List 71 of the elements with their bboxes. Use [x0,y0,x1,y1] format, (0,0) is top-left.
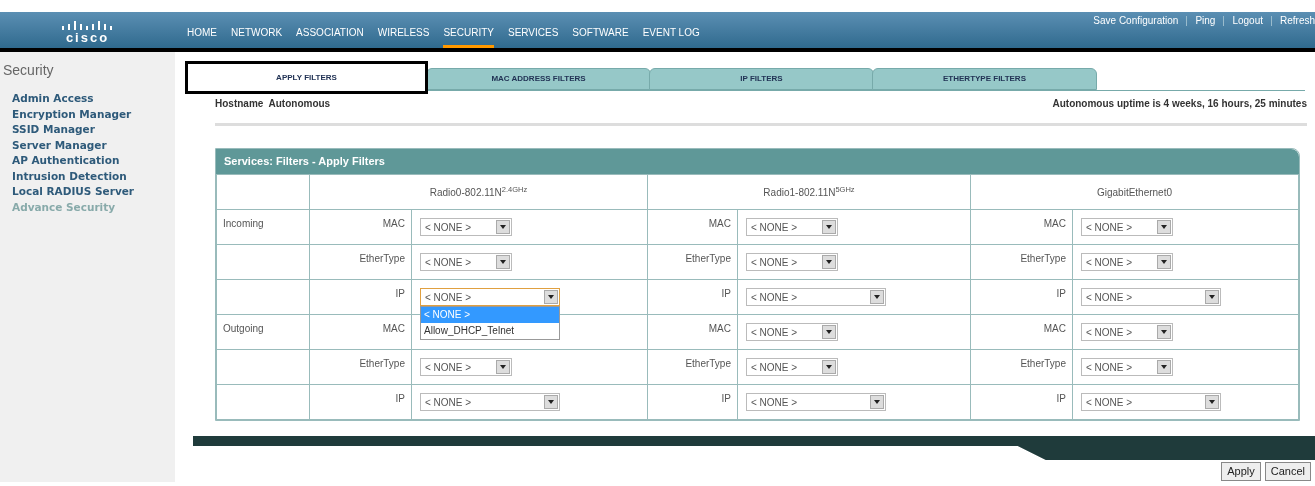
sidebar-link[interactable]: AP Authentication [12,153,175,169]
sidebar-link[interactable]: Admin Access [12,91,175,107]
hostname-text: Hostname Autonomous [215,97,331,111]
nav-link[interactable]: NETWORK [231,25,283,48]
filter-tab[interactable]: ETHERTYPE FILTERS [872,68,1097,90]
filter-select[interactable]: < NONE > [420,218,512,236]
filter-select[interactable]: < NONE > [746,253,838,271]
direction-label: Incoming [223,218,264,229]
filter-select[interactable]: < NONE > [1081,323,1173,341]
filter-label: EtherType [359,253,405,264]
header-link[interactable]: Save Configuration [1093,13,1179,28]
filter-label: MAC [382,218,405,229]
filter-label: IP [1056,288,1066,299]
filter-select[interactable]: < NONE > [746,393,886,411]
nav-link[interactable]: ASSOCIATION [296,25,364,48]
form-button[interactable]: Apply [1221,462,1261,481]
filter-select[interactable]: < NONE > [746,288,886,306]
uptime-text: Autonomous uptime is 4 weeks, 16 hours, 25 minutes [1052,97,1307,111]
filter-select[interactable]: < NONE > [1081,288,1221,306]
filter-select[interactable]: < NONE > [420,358,512,376]
filter-select[interactable]: < NONE > [1081,218,1173,236]
filter-tab[interactable]: APPLY FILTERS [185,61,428,94]
direction-label: Outgoing [223,323,264,334]
filter-label: MAC [382,323,405,334]
header-link[interactable]: Logout [1232,13,1263,28]
filter-label: IP [395,288,405,299]
filter-select[interactable]: < NONE > [1081,393,1221,411]
nav-link[interactable]: SERVICES [507,25,559,48]
interface-heading: Radio1-802.11N$^{5GHz}$ [763,186,855,198]
filter-label: EtherType [1020,253,1066,264]
filter-label: MAC [1043,218,1066,229]
filter-label: EtherType [685,358,731,369]
filter-label: EtherType [1020,358,1066,369]
filter-select[interactable]: < NONE > [746,358,838,376]
filter-label: IP [721,393,731,404]
filter-select[interactable]: < NONE > [420,253,512,271]
filter-select[interactable]: < NONE > [746,218,838,236]
header-link[interactable]: Ping [1195,13,1216,28]
sidebar-link[interactable]: Server Manager [12,137,175,153]
filter-label: IP [1056,393,1066,404]
logo-text: cisco [65,31,110,44]
sidebar-link[interactable]: Encryption Manager [12,106,175,122]
filter-select[interactable]: < NONE > [420,288,560,306]
sidebar-link[interactable]: Intrusion Detection [12,168,175,184]
filter-tab[interactable]: IP FILTERS [649,68,874,90]
nav-link[interactable]: WIRELESS [377,25,430,48]
interface-heading: GigabitEthernet0 [1096,186,1173,198]
header-link[interactable]: Refresh [1280,13,1315,28]
filter-label: MAC [708,323,731,334]
panel-title: Services: Filters - Apply Filters [216,149,1299,174]
filter-select[interactable]: < NONE > [746,323,838,341]
nav-link[interactable]: HOME [187,25,217,48]
filter-label: MAC [1043,323,1066,334]
filter-select[interactable]: < NONE > [420,393,560,411]
filter-label: MAC [708,218,731,229]
filter-select[interactable]: < NONE > [1081,358,1173,376]
interface-heading: Radio0-802.11N$^{2.4GHz}$ [429,186,528,198]
nav-link[interactable]: EVENT LOG [642,25,700,48]
sidebar-link[interactable]: SSID Manager [12,122,175,138]
filter-label: EtherType [685,253,731,264]
filter-label: IP [395,393,405,404]
form-button[interactable]: Cancel [1264,462,1311,481]
nav-link[interactable]: SECURITY [443,25,494,48]
filter-select[interactable]: < NONE > [1081,253,1173,271]
filter-tab[interactable]: MAC ADDRESS FILTERS [426,68,651,90]
filter-label: IP [721,288,731,299]
sidebar-link[interactable]: Local RADIUS Server [12,184,175,200]
sidebar-title: Security [2,61,55,80]
logo-bars-icon [61,21,114,31]
filter-label: EtherType [359,358,405,369]
nav-link[interactable]: SOFTWARE [572,25,629,48]
